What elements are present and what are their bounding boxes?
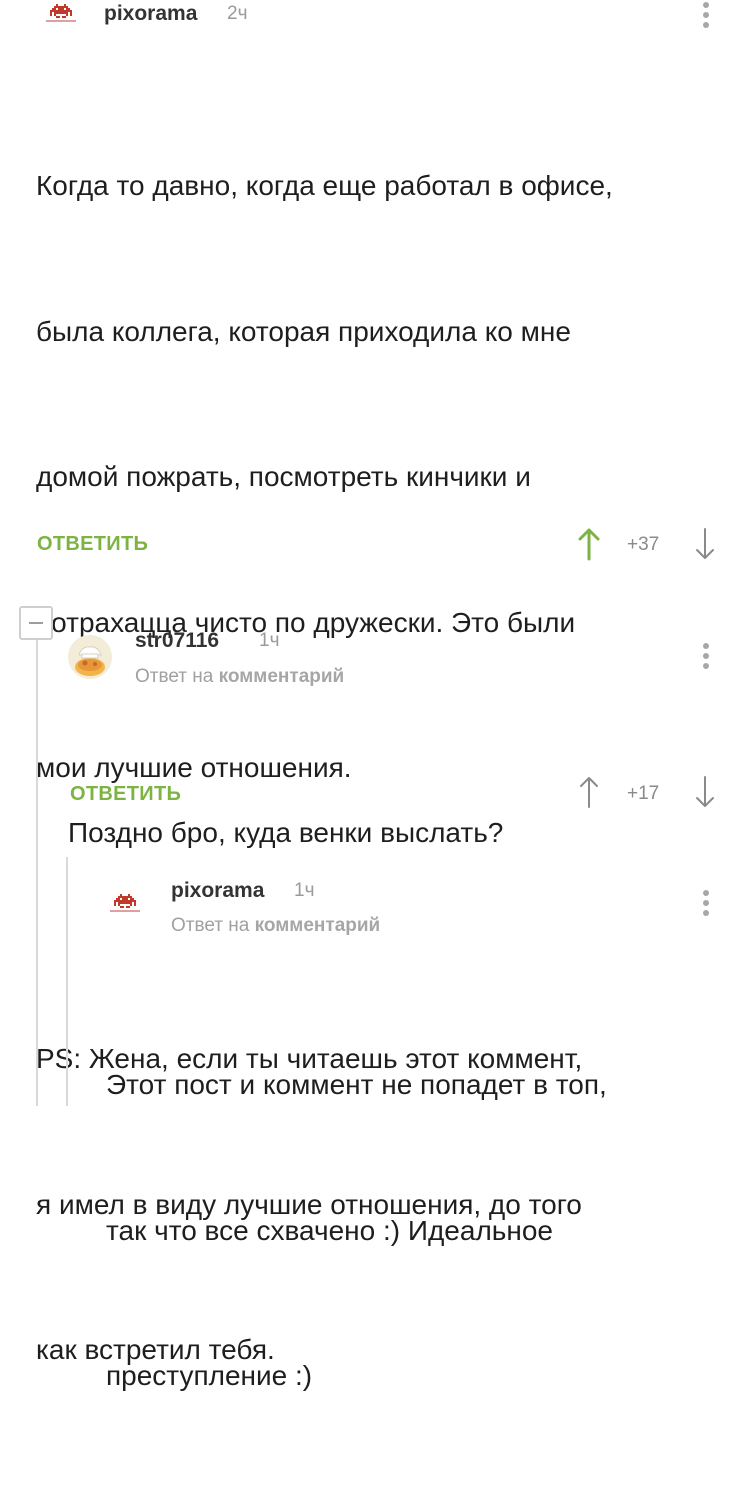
comment-time: 2ч <box>227 3 248 24</box>
reply-to-target[interactable]: комментарий <box>255 915 381 936</box>
comment-time: 1ч <box>294 880 315 901</box>
comment-text: Этот пост и коммент не попадет в топ, та… <box>106 964 746 1498</box>
avatar[interactable] <box>44 4 78 24</box>
score: +37 <box>627 534 660 555</box>
text-line: Когда то давно, когда еще работал в офис… <box>36 170 613 201</box>
thread-line <box>66 857 68 1106</box>
text-line: Поздно бро, куда венки выслать? <box>68 817 504 848</box>
avatar[interactable] <box>108 894 142 914</box>
comment-time: 1ч <box>259 630 280 651</box>
reply-button[interactable]: ОТВЕТИТЬ <box>70 783 181 806</box>
text-line: домой пожрать, посмотреть кинчики и <box>36 461 531 492</box>
text-line: Этот пост и коммент не попадет в топ, <box>106 1069 607 1100</box>
reply-to-prefix: Ответ на <box>171 915 250 936</box>
score: +17 <box>627 783 660 804</box>
arrow-up-icon[interactable] <box>578 527 600 561</box>
username[interactable]: pixorama <box>104 2 197 26</box>
reply-to-link[interactable]: Ответ на комментарий <box>171 915 380 937</box>
more-vertical-icon[interactable] <box>703 2 709 32</box>
more-vertical-icon[interactable] <box>703 890 709 920</box>
comment-3: pixorama 1ч Ответ на комментарий Этот по… <box>80 860 750 1391</box>
reply-to-target[interactable]: комментарий <box>219 666 345 687</box>
more-vertical-icon[interactable] <box>703 643 709 673</box>
collapse-button[interactable] <box>19 606 53 640</box>
comment-2: str07116 1ч Ответ на комментарий Поздно … <box>50 610 750 848</box>
arrow-up-icon[interactable] <box>578 775 600 809</box>
reply-to-prefix: Ответ на <box>135 666 214 687</box>
avatar[interactable] <box>68 635 112 679</box>
username[interactable]: str07116 <box>135 629 219 653</box>
text-line: преступление :) <box>106 1360 313 1391</box>
arrow-down-icon[interactable] <box>694 775 716 809</box>
username[interactable]: pixorama <box>171 879 264 903</box>
reply-button[interactable]: ОТВЕТИТЬ <box>37 533 148 556</box>
arrow-down-icon[interactable] <box>694 527 716 561</box>
reply-to-link[interactable]: Ответ на комментарий <box>135 666 344 688</box>
text-line: так что все схвачено :) Идеальное <box>106 1214 553 1246</box>
text-line: была коллега, которая приходила ко мне <box>36 315 571 347</box>
minus-icon <box>29 622 43 624</box>
comment-1: pixorama 2ч Когда то давно, когда еще ра… <box>0 0 750 1365</box>
thread-line <box>36 640 38 1106</box>
